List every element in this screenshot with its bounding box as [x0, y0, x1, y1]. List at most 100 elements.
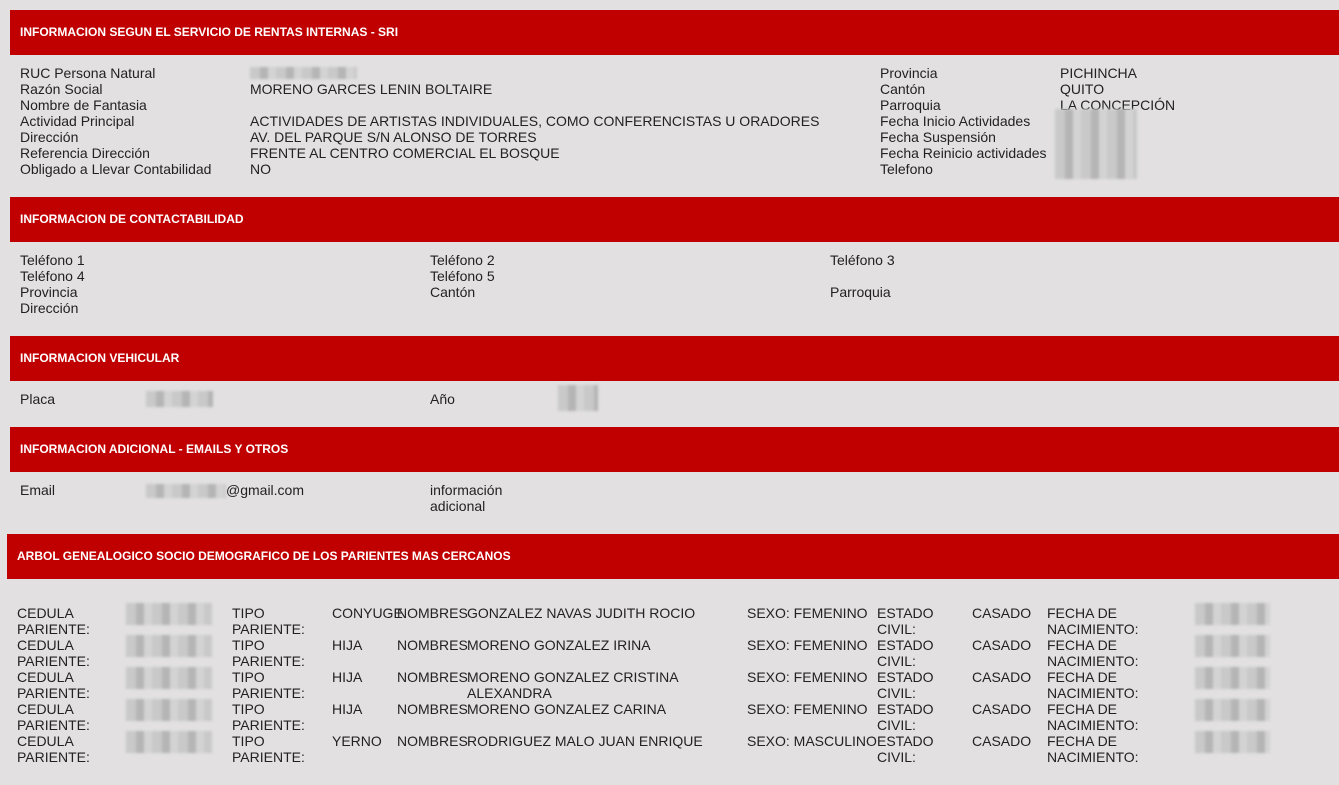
estado-label: CIVIL:	[877, 653, 916, 669]
redacted-cedula	[126, 603, 212, 625]
label-info-adicional-1: información	[430, 482, 503, 498]
nombres-label: NOMBRES	[397, 701, 468, 717]
tipo-label: TIPO	[232, 669, 265, 685]
label-telefono-2: Teléfono 2	[430, 252, 495, 268]
tipo-label: TIPO	[232, 605, 265, 621]
sri-right-value: PICHINCHA	[1060, 65, 1138, 81]
label-placa: Placa	[20, 391, 56, 407]
label-telefono-1: Teléfono 1	[20, 252, 85, 268]
sexo-value: SEXO: FEMENINO	[747, 669, 868, 685]
estado-label: ESTADO	[877, 733, 934, 749]
label-info-adicional-2: adicional	[430, 498, 486, 514]
nombre-value: RODRIGUEZ MALO JUAN ENRIQUE	[467, 733, 703, 749]
cedula-label: CEDULA	[17, 733, 74, 749]
nombre-value: MORENO GONZALEZ IRINA	[467, 637, 651, 653]
fecha-label: NACIMIENTO:	[1047, 653, 1139, 669]
estado-label: CIVIL:	[877, 621, 916, 637]
email-domain: @gmail.com	[226, 482, 305, 498]
label-contact-canton: Cantón	[430, 284, 476, 300]
redacted-placa	[146, 391, 213, 407]
estado-value: CASADO	[972, 701, 1032, 717]
fecha-label: FECHA DE	[1047, 733, 1118, 749]
sri-label: Razón Social	[20, 81, 103, 97]
tipo-label: TIPO	[232, 701, 265, 717]
tipo-label: TIPO	[232, 637, 265, 653]
cedula-label: CEDULA	[17, 701, 74, 717]
nombre-value: GONZALEZ NAVAS JUDITH ROCIO	[467, 605, 696, 621]
sri-right-label: Fecha Reinicio actividades	[880, 145, 1047, 161]
nombre-value: MORENO GONZALEZ CRISTINA	[467, 669, 679, 685]
sexo-value: SEXO: FEMENINO	[747, 605, 868, 621]
estado-label: CIVIL:	[877, 717, 916, 733]
sri-label: Nombre de Fantasia	[20, 97, 147, 113]
sri-right-label: Cantón	[880, 81, 926, 97]
redacted-fecha	[1195, 699, 1270, 721]
cedula-label: CEDULA	[17, 605, 74, 621]
tipo-value: CONYUGE	[332, 605, 403, 621]
sri-label: Obligado a Llevar Contabilidad	[20, 161, 212, 177]
nombres-label: NOMBRES	[397, 605, 468, 621]
redacted-cedula	[126, 667, 212, 689]
estado-value: CASADO	[972, 637, 1032, 653]
section-header-additional: INFORMACION ADICIONAL - EMAILS Y OTROS	[10, 427, 1339, 472]
fecha-label: FECHA DE	[1047, 669, 1118, 685]
redacted-ruc	[250, 67, 357, 79]
cedula-label: PARIENTE:	[17, 717, 90, 733]
sri-label: Dirección	[20, 129, 79, 145]
section-header-genealogy: ARBOL GENEALOGICO SOCIO DEMOGRAFICO DE L…	[7, 534, 1339, 579]
sri-right-value: QUITO	[1060, 81, 1105, 97]
estado-label: CIVIL:	[877, 685, 916, 701]
tipo-label: TIPO	[232, 733, 265, 749]
sri-label: Actividad Principal	[20, 113, 135, 129]
label-anio: Año	[430, 391, 455, 407]
sri-value: FRENTE AL CENTRO COMERCIAL EL BOSQUE	[250, 145, 560, 161]
redacted-fecha	[1195, 603, 1270, 625]
fecha-label: FECHA DE	[1047, 637, 1118, 653]
label-telefono-4: Teléfono 4	[20, 268, 85, 284]
nombres-label: NOMBRES	[397, 733, 468, 749]
sri-label: Referencia Dirección	[20, 145, 150, 161]
tipo-value: HIJA	[332, 701, 363, 717]
redacted-email-user	[146, 484, 226, 498]
sri-label: RUC Persona Natural	[20, 65, 156, 81]
label-email: Email	[20, 482, 56, 498]
tipo-label: PARIENTE:	[232, 717, 305, 733]
cedula-label: PARIENTE:	[17, 621, 90, 637]
sri-right-label: Provincia	[880, 65, 938, 81]
estado-value: CASADO	[972, 669, 1032, 685]
cedula-label: CEDULA	[17, 669, 74, 685]
estado-label: ESTADO	[877, 669, 934, 685]
estado-value: CASADO	[972, 605, 1032, 621]
redacted-fecha	[1195, 731, 1270, 753]
tipo-label: PARIENTE:	[232, 685, 305, 701]
fecha-label: NACIMIENTO:	[1047, 749, 1139, 765]
tipo-value: HIJA	[332, 637, 363, 653]
estado-value: CASADO	[972, 733, 1032, 749]
label-contact-provincia: Provincia	[20, 284, 78, 300]
estado-label: ESTADO	[877, 605, 934, 621]
redacted-cedula	[126, 635, 212, 657]
sri-right-label: Fecha Inicio Actividades	[880, 113, 1031, 129]
redacted-anio	[558, 385, 598, 411]
sri-value: ACTIVIDADES DE ARTISTAS INDIVIDUALES, CO…	[250, 113, 820, 129]
section-header-vehicle: INFORMACION VEHICULAR	[10, 336, 1339, 381]
tipo-value: YERNO	[332, 733, 382, 749]
redacted-cedula	[126, 699, 212, 721]
sri-value: NO	[250, 161, 271, 177]
sri-right-label: Fecha Suspensión	[880, 129, 996, 145]
nombre-value: MORENO GONZALEZ CARINA	[467, 701, 667, 717]
sexo-value: SEXO: MASCULINO	[747, 733, 877, 749]
section-header-sri: INFORMACION SEGUN EL SERVICIO DE RENTAS …	[10, 10, 1339, 55]
redacted-dates-phone	[1055, 109, 1137, 179]
fecha-label: FECHA DE	[1047, 701, 1118, 717]
label-contact-parroquia: Parroquia	[830, 284, 891, 300]
fecha-label: NACIMIENTO:	[1047, 685, 1139, 701]
sri-value: AV. DEL PARQUE S/N ALONSO DE TORRES	[250, 129, 537, 145]
sexo-value: SEXO: FEMENINO	[747, 637, 868, 653]
sri-value: MORENO GARCES LENIN BOLTAIRE	[250, 81, 493, 97]
cedula-label: PARIENTE:	[17, 685, 90, 701]
redacted-fecha	[1195, 635, 1270, 657]
sexo-value: SEXO: FEMENINO	[747, 701, 868, 717]
tipo-value: HIJA	[332, 669, 363, 685]
label-telefono-5: Teléfono 5	[430, 268, 495, 284]
